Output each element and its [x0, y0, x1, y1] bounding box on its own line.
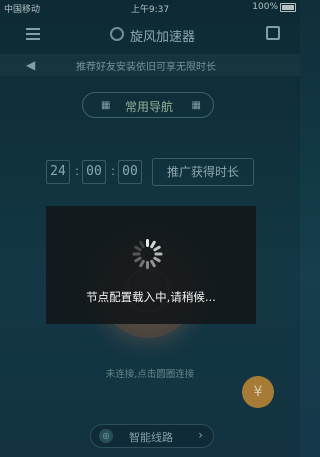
spinner-icon [132, 239, 163, 269]
loading-message: 节点配置载入中,请稍候... [86, 290, 216, 304]
